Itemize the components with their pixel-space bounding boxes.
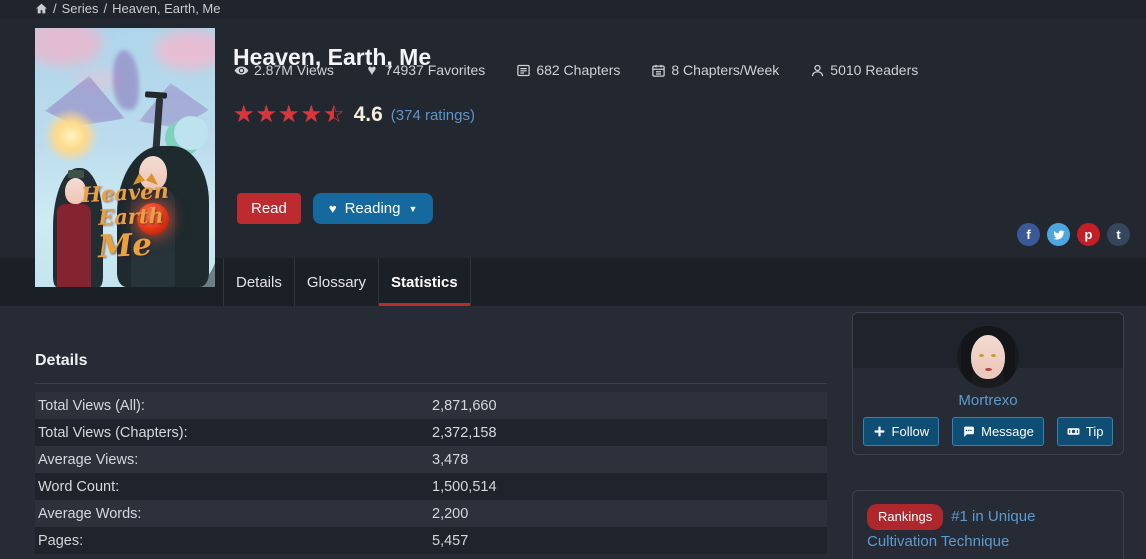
details-section-heading: Details [35, 352, 827, 384]
tab-label: Glossary [307, 274, 366, 291]
tab-glossary[interactable]: Glossary [295, 258, 379, 306]
table-row: Word Count: 1,500,514 [35, 473, 827, 500]
chapters-icon [515, 62, 531, 78]
breadcrumb: / Series / Heaven, Earth, Me [35, 1, 221, 16]
cover-art-crown [68, 170, 84, 178]
twitter-share-button[interactable] [1047, 223, 1070, 246]
statistics-panel: Details Total Views (All): 2,871,660 Tot… [0, 306, 1146, 559]
stat-row-value: 2,372,158 [432, 425, 497, 441]
stat-row-value: 1,500,514 [432, 479, 497, 495]
stat-readers: 5010 Readers [809, 62, 918, 78]
avatar-lips [985, 368, 992, 371]
banknote-icon [1067, 425, 1080, 438]
stat-label: 8 Chapters/Week [671, 62, 779, 78]
stat-views: 2.87M Views [233, 62, 334, 78]
reading-label: Reading [345, 200, 401, 217]
message-button[interactable]: Message [952, 417, 1044, 446]
avatar-eye [979, 354, 984, 357]
rating-block: ☆☆☆☆☆ ★★★★★ 4.6 (374 ratings) [233, 103, 475, 127]
stat-row-label: Word Count: [38, 479, 432, 495]
twitter-icon [1053, 229, 1065, 241]
details-stats-table: Total Views (All): 2,871,660 Total Views… [35, 392, 827, 554]
cover-image: Heaven Earth Me [35, 28, 215, 287]
action-buttons: Read ♥ Reading ▼ [237, 193, 433, 224]
stat-row-value: 2,200 [432, 506, 468, 522]
tab-label: Details [236, 274, 282, 291]
tumblr-icon: t [1116, 227, 1120, 242]
cover-art-sun [43, 108, 99, 164]
table-row: Total Views (Chapters): 2,372,158 [35, 419, 827, 446]
author-action-buttons: Follow Message Tip [853, 417, 1123, 446]
avatar-face [971, 335, 1005, 379]
stat-label: 74937 Favorites [385, 62, 485, 78]
tumblr-share-button[interactable]: t [1107, 223, 1130, 246]
stat-label: 2.87M Views [254, 62, 334, 78]
stat-favorites: ♥ 74937 Favorites [364, 62, 485, 78]
cover-art-cloud [155, 30, 215, 70]
follow-label: Follow [892, 424, 930, 439]
stat-label: 5010 Readers [830, 62, 918, 78]
stat-chapters-week: 8 Chapters/Week [650, 62, 779, 78]
readers-icon [809, 62, 825, 78]
tab-statistics[interactable]: Statistics [379, 258, 471, 306]
message-label: Message [981, 424, 1034, 439]
tip-button[interactable]: Tip [1057, 417, 1114, 446]
cover-art-cloud [35, 28, 103, 66]
author-name-link[interactable]: Mortrexo [853, 392, 1123, 409]
pinterest-icon: p [1085, 227, 1093, 242]
message-bubble-icon [962, 425, 975, 438]
rankings-badge: Rankings [867, 504, 943, 530]
stat-row-value: 2,871,660 [432, 398, 497, 414]
table-row: Average Views: 3,478 [35, 446, 827, 473]
series-page: / Series / Heaven, Earth, Me Heaven, Ear… [0, 0, 1146, 559]
tab-details[interactable]: Details [223, 258, 295, 306]
facebook-icon: f [1026, 227, 1030, 242]
follow-button[interactable]: Follow [863, 417, 940, 446]
eye-icon [233, 62, 249, 78]
breadcrumb-current: Heaven, Earth, Me [112, 1, 220, 16]
stat-row-label: Total Views (Chapters): [38, 425, 432, 441]
tab-label: Statistics [391, 274, 458, 291]
table-row: Total Views (All): 2,871,660 [35, 392, 827, 419]
chevron-down-icon: ▼ [408, 204, 417, 214]
reading-list-dropdown-button[interactable]: ♥ Reading ▼ [313, 193, 434, 224]
stat-row-value: 3,478 [432, 452, 468, 468]
home-link[interactable] [35, 2, 48, 15]
stars-fill: ★★★★★ [233, 103, 334, 127]
heart-icon: ♥ [329, 201, 337, 216]
home-icon [35, 2, 48, 15]
stat-row-label: Pages: [38, 533, 432, 549]
heart-icon: ♥ [364, 62, 380, 78]
author-card: Mortrexo Follow Message Tip [852, 312, 1124, 455]
pinterest-share-button[interactable]: p [1077, 223, 1100, 246]
author-avatar[interactable] [957, 326, 1019, 388]
stat-row-label: Average Views: [38, 452, 432, 468]
stat-label: 682 Chapters [536, 62, 620, 78]
social-share-buttons: f p t [1017, 223, 1130, 246]
stat-row-label: Average Words: [38, 506, 432, 522]
cover-art-dragon [113, 50, 139, 110]
ratings-count-link[interactable]: (374 ratings) [391, 107, 475, 124]
series-stats: 2.87M Views ♥ 74937 Favorites 682 Chapte… [233, 62, 918, 78]
star-rating-widget[interactable]: ☆☆☆☆☆ ★★★★★ [233, 103, 346, 127]
table-row: Average Words: 2,200 [35, 500, 827, 527]
calendar-icon [650, 62, 666, 78]
table-row: Pages: 5,457 [35, 527, 827, 554]
stat-row-value: 5,457 [432, 533, 468, 549]
rating-score: 4.6 [354, 103, 383, 127]
rankings-card: Rankings#1 in Unique Cultivation Techniq… [852, 490, 1124, 559]
ranking-entry: Rankings#1 in Unique Cultivation Techniq… [867, 504, 1109, 553]
breadcrumb-separator: / [53, 1, 57, 16]
breadcrumb-separator: / [103, 1, 107, 16]
tip-label: Tip [1086, 424, 1104, 439]
breadcrumb-series-link[interactable]: Series [62, 1, 99, 16]
stat-chapters: 682 Chapters [515, 62, 620, 78]
stat-row-label: Total Views (All): [38, 398, 432, 414]
plus-icon [873, 425, 886, 438]
facebook-share-button[interactable]: f [1017, 223, 1040, 246]
avatar-eye [991, 354, 996, 357]
read-button[interactable]: Read [237, 193, 301, 224]
